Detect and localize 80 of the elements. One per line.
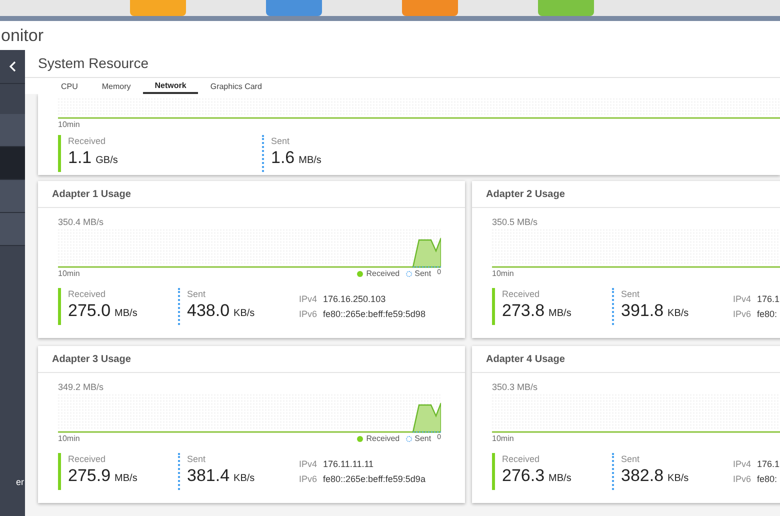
stat-unit: KB/s [668,472,689,486]
ip-address: fe80::265e:beff:fe59:5d98 [323,308,426,320]
ip-label: IPv6 [733,473,752,485]
ip-label: IPv6 [733,308,752,320]
card-title: Adapter 4 Usage [486,352,565,366]
stat-value: 275.0 [68,300,111,322]
stat-label: Received [68,453,107,465]
stat-unit: MB/s [548,307,572,321]
stat-value: 438.0 [187,300,230,322]
stat-unit: MB/s [114,307,138,321]
back-icon[interactable] [9,61,16,72]
legend-label: Sent [414,433,432,445]
tab[interactable]: CPU [49,80,90,94]
sidebar-item[interactable] [0,114,25,147]
page-title: System Resource [38,54,148,73]
stat-label: Sent [187,453,207,465]
sidebar-label: er [16,476,24,489]
app-icon[interactable] [130,0,186,16]
stat-value: 1.1 [68,147,92,169]
stat-value: 273.8 [502,300,545,322]
stat-value: 382.8 [621,465,664,487]
stat-label: Received [502,453,541,465]
ip-address: 176.16.250.103 [323,293,387,305]
card-title: Adapter 1 Usage [52,188,131,202]
ip-label: IPv4 [299,458,318,470]
stat-value: 1.6 [271,147,295,169]
stat-unit: MB/s [298,154,322,168]
legend-ring [406,436,412,442]
ip-label: IPv4 [299,293,318,305]
sidebar-item[interactable] [0,213,25,246]
app-icon[interactable] [538,0,594,16]
tab[interactable]: Graphics Card [198,80,274,94]
time-label: 10min [58,119,81,131]
max-rate-label: 349.2 MB/s [58,381,105,393]
app-icon[interactable] [266,0,322,16]
max-rate-label: 350.5 MB/s [492,216,539,228]
app-icon[interactable] [402,0,458,16]
ip-address: 176.1 [757,293,780,305]
time-label: 10min [492,268,514,280]
ip-label: IPv6 [299,308,318,320]
stat-unit: KB/s [668,307,689,321]
stat-label: Received [502,288,541,300]
stat-label: Received [68,288,107,300]
card-title: Adapter 3 Usage [52,352,131,366]
legend-label: Received [366,268,400,280]
time-label: 10min [58,268,80,280]
stat-unit: MB/s [548,472,572,486]
ip-label: IPv6 [299,473,318,485]
stat-label: Sent [621,288,641,300]
card-title: Adapter 2 Usage [486,188,565,202]
window-title: onitor [0,24,44,47]
stat-value: 391.8 [621,300,664,322]
ip-label: IPv4 [733,293,752,305]
max-rate-label: 350.3 MB/s [492,381,539,393]
time-label: 10min [492,433,514,445]
stat-label: Sent [621,453,641,465]
stat-value: 275.9 [68,465,111,487]
stat-unit: MB/s [114,472,138,486]
tab[interactable]: Memory [90,80,143,94]
legend-label: Sent [414,268,432,280]
sidebar-item[interactable] [0,180,25,213]
time-label: 10min [58,433,80,445]
sidebar-item[interactable] [0,147,25,180]
stat-unit: KB/s [234,307,255,321]
ip-address: fe80: [757,308,778,320]
ip-label: IPv4 [733,458,752,470]
stat-value: 381.4 [187,465,230,487]
legend-label: Received [366,433,400,445]
ip-address: 176.11.11.11 [323,458,375,470]
stat-unit: KB/s [234,472,255,486]
stat-unit: GB/s [96,154,118,168]
max-rate-label: 350.4 MB/s [58,216,105,228]
stat-label: Received [68,135,107,147]
legend-ring [406,271,412,277]
ip-address: 176.1 [757,458,780,470]
ip-address: fe80: [757,473,778,485]
stat-label: Sent [271,135,291,147]
ip-address: fe80::265e:beff:fe59:5d9a [323,473,426,485]
stat-value: 276.3 [502,465,545,487]
stat-label: Sent [187,288,207,300]
